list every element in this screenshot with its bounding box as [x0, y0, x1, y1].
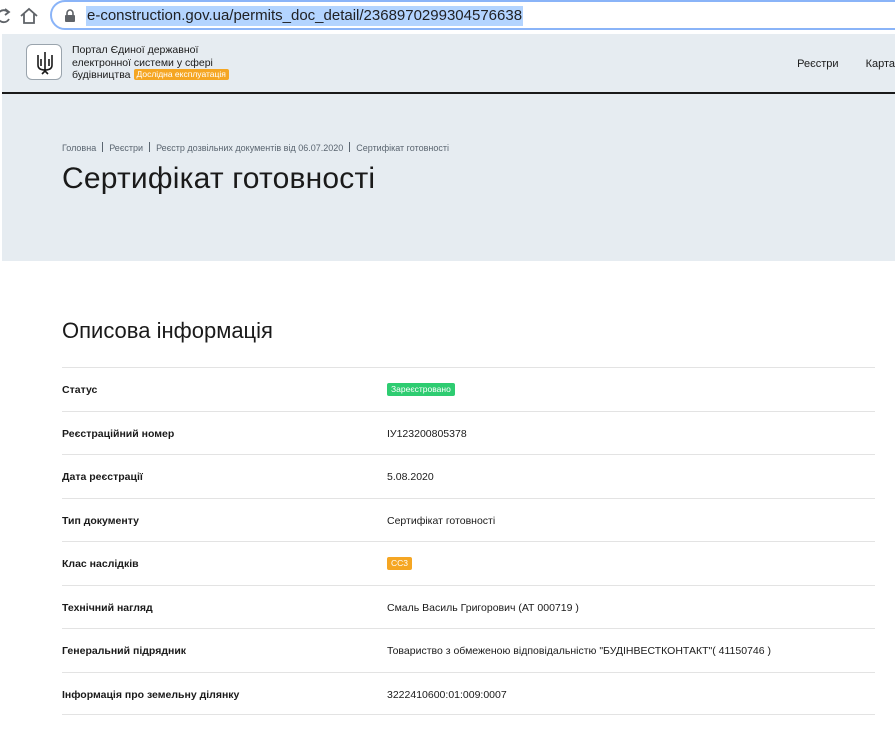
info-row-tech-supervision: Технічний нагляд Смаль Василь Григорович…: [62, 584, 875, 629]
row-value: Зареєстровано: [387, 383, 455, 396]
row-value: СС3: [387, 557, 413, 570]
row-label: Статус: [62, 384, 98, 396]
row-label: Тип документу: [62, 514, 139, 527]
browser-toolbar: e-construction.gov.ua/permits_doc_detail…: [0, 0, 895, 32]
row-value: Сертифікат готовності: [387, 514, 496, 527]
breadcrumb-home[interactable]: Головна: [62, 143, 96, 153]
nav-item-map[interactable]: Карта: [866, 58, 895, 70]
section-title: Описова інформація: [62, 318, 273, 343]
lock-icon: [64, 9, 76, 23]
breadcrumb-separator: [102, 142, 104, 152]
portal-name-line: будівництва: [72, 69, 131, 81]
info-row-general-contractor: Генеральний підрядник Товариство з обмеж…: [62, 628, 875, 672]
info-table: Статус Зареєстровано Реєстраційний номер…: [62, 367, 875, 715]
beta-badge: Дослідна експлуатація: [133, 69, 229, 80]
row-label: Технічний нагляд: [62, 601, 153, 614]
row-label: Генеральний підрядник: [62, 645, 187, 657]
info-row-reg-date: Дата реєстрації 5.08.2020: [62, 454, 875, 498]
info-row-status: Статус Зареєстровано: [62, 367, 875, 411]
info-row-doc-type: Тип документу Сертифікат готовності: [62, 497, 875, 542]
info-row-land-plot: Інформація про земельну ділянку 32224106…: [62, 671, 875, 715]
address-bar[interactable]: e-construction.gov.ua/permits_doc_detail…: [50, 0, 895, 30]
info-row-consequence-class: Клас наслідків СС3: [62, 541, 875, 585]
class-badge: СС3: [387, 557, 413, 570]
reload-icon[interactable]: [0, 7, 12, 25]
portal-name-line: електронної системи у сфері: [72, 56, 213, 69]
row-label: Клас наслідків: [62, 558, 139, 570]
row-value: Товариство з обмеженою відповідальністю …: [387, 645, 772, 657]
portal-name[interactable]: Портал Єдиної державної електронної сист…: [72, 44, 272, 82]
site-header: Портал Єдиної державної електронної сист…: [2, 34, 895, 94]
row-label: Реєстраційний номер: [62, 427, 175, 440]
breadcrumb-registry[interactable]: Реєстр дозвільних документів від 06.07.2…: [156, 143, 343, 153]
row-value: 3222410600:01:009:0007: [387, 688, 507, 701]
breadcrumb-separator: [149, 142, 151, 152]
nav-item-registries[interactable]: Реєстри: [797, 58, 838, 70]
breadcrumb-registries[interactable]: Реєстри: [109, 143, 143, 153]
breadcrumb-current: Сертифікат готовності: [356, 143, 449, 153]
main-nav: Реєстри Карта: [773, 58, 895, 72]
home-icon[interactable]: [18, 6, 40, 26]
page-title: Сертифікат готовності: [62, 162, 376, 195]
row-label: Дата реєстрації: [62, 471, 143, 483]
row-value: 5.08.2020: [387, 471, 434, 483]
status-badge: Зареєстровано: [387, 383, 455, 396]
row-label: Інформація про земельну ділянку: [62, 688, 240, 701]
portal-name-line: Портал Єдиної державної: [72, 44, 199, 56]
trident-icon[interactable]: [26, 44, 62, 80]
row-value: Смаль Василь Григорович (АТ 000719 ): [387, 601, 579, 614]
info-row-reg-number: Реєстраційний номер ІУ123200805378: [62, 410, 875, 455]
page-hero: Головна Реєстри Реєстр дозвільних документ…: [2, 94, 895, 261]
breadcrumb: Головна Реєстри Реєстр дозвільних документ…: [62, 142, 449, 153]
url-text[interactable]: e-construction.gov.ua/permits_doc_detail…: [86, 6, 524, 26]
breadcrumb-separator: [349, 142, 351, 152]
row-value: ІУ123200805378: [387, 427, 467, 440]
